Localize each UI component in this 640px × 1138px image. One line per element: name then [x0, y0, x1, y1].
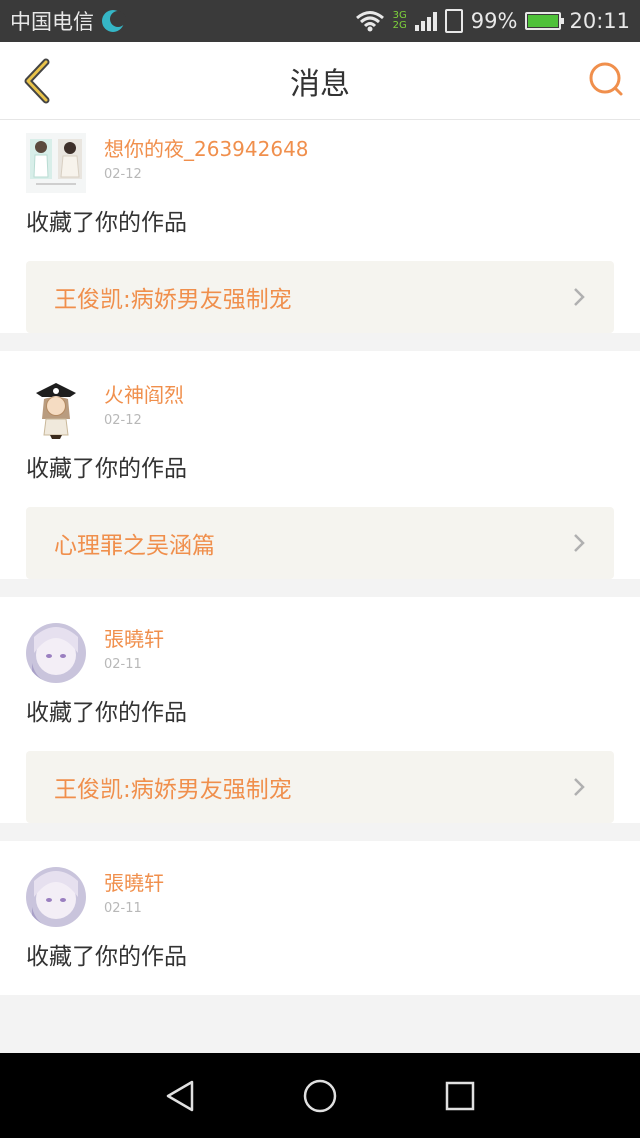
square-recent-icon: [445, 1081, 475, 1110]
sim-icon: [444, 9, 463, 33]
nav-back-button[interactable]: [150, 1066, 210, 1126]
user-meta: 張曉轩 02-11: [104, 623, 164, 672]
message-header: 張曉轩 02-11: [26, 623, 614, 693]
status-bar: 中国电信 3G 2G 99% 20:11: [0, 0, 640, 42]
battery-percent: 99%: [470, 9, 518, 33]
message-date: 02-12: [104, 167, 142, 182]
network-type: 3G 2G: [393, 11, 407, 31]
message-card: 張曉轩 02-11 收藏了你的作品 王俊凯:病娇男友强制宠: [0, 597, 640, 823]
signal-icon: [414, 11, 437, 31]
page-title: 消息: [290, 66, 350, 102]
message-date: 02-11: [104, 901, 142, 916]
action-text: 收藏了你的作品: [26, 456, 187, 482]
avatar[interactable]: [26, 379, 86, 439]
action-text: 收藏了你的作品: [26, 210, 187, 236]
message-list[interactable]: 想你的夜_263942648 02-12 收藏了你的作品 王俊凯:病娇男友强制宠: [0, 121, 640, 1053]
user-meta: 火神阎烈 02-12: [104, 379, 184, 428]
chevron-right-icon: [574, 288, 585, 306]
network-2g: 2G: [392, 20, 407, 31]
battery-icon: [525, 12, 565, 30]
message-card: 想你的夜_263942648 02-12 收藏了你的作品 王俊凯:病娇男友强制宠: [0, 121, 640, 333]
search-button[interactable]: [586, 60, 626, 100]
carrier-name: 中国电信: [10, 10, 94, 34]
clock: 20:11: [569, 9, 630, 33]
wifi-icon: [355, 11, 384, 32]
work-title: 王俊凯:病娇男友强制宠: [54, 777, 292, 803]
work-title: 心理罪之吴涵篇: [54, 533, 215, 559]
work-link[interactable]: 心理罪之吴涵篇: [26, 507, 614, 579]
message-date: 02-11: [104, 657, 142, 672]
user-name[interactable]: 張曉轩: [104, 627, 164, 651]
nav-recent-button[interactable]: [430, 1066, 490, 1126]
work-link[interactable]: 王俊凯:病娇男友强制宠: [26, 261, 614, 333]
user-name[interactable]: 想你的夜_263942648: [104, 137, 309, 161]
message-card: 張曉轩 02-11 收藏了你的作品: [0, 841, 640, 995]
app-header: 消息: [0, 42, 640, 120]
triangle-back-icon: [166, 1080, 194, 1111]
action-text: 收藏了你的作品: [26, 700, 187, 726]
moon-icon: [102, 10, 126, 32]
search-icon: [589, 62, 623, 96]
message-header: 想你的夜_263942648 02-12: [26, 133, 614, 203]
user-name[interactable]: 張曉轩: [104, 871, 164, 895]
message-header: 張曉轩 02-11: [26, 867, 614, 937]
status-indicators: 3G 2G 99% 20:11: [355, 9, 630, 33]
back-button[interactable]: [12, 56, 62, 106]
chevron-right-icon: [574, 778, 585, 796]
chevron-left-icon: [24, 58, 50, 104]
user-name[interactable]: 火神阎烈: [104, 383, 184, 407]
action-text: 收藏了你的作品: [26, 944, 187, 970]
user-meta: 想你的夜_263942648 02-12: [104, 133, 309, 182]
message-header: 火神阎烈 02-12: [26, 379, 614, 449]
nav-home-button[interactable]: [290, 1066, 350, 1126]
circle-home-icon: [303, 1079, 337, 1112]
avatar[interactable]: [26, 867, 86, 927]
work-link[interactable]: 王俊凯:病娇男友强制宠: [26, 751, 614, 823]
work-title: 王俊凯:病娇男友强制宠: [54, 287, 292, 313]
user-meta: 張曉轩 02-11: [104, 867, 164, 916]
avatar[interactable]: [26, 133, 86, 193]
avatar[interactable]: [26, 623, 86, 683]
chevron-right-icon: [574, 534, 585, 552]
carrier-group: 中国电信: [10, 6, 126, 36]
system-nav-bar: [0, 1053, 640, 1138]
message-date: 02-12: [104, 413, 142, 428]
message-card: 火神阎烈 02-12 收藏了你的作品 心理罪之吴涵篇: [0, 351, 640, 579]
